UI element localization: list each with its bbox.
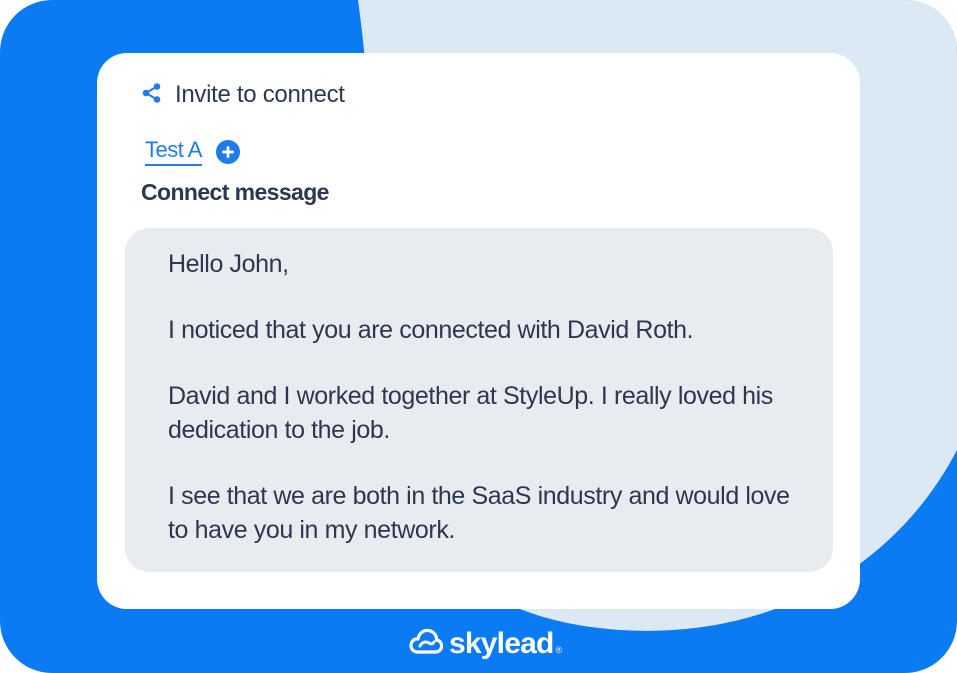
share-icon [141,82,163,109]
tab-test-a[interactable]: Test A [145,137,202,166]
plus-circle-icon[interactable] [215,139,240,164]
brand-name: skylead [449,626,554,660]
message-paragraph: David and I worked together at StyleUp. … [168,382,773,444]
app-frame: Invite to connect Test A Connect message… [0,0,957,673]
message-paragraph: Hello John, [168,250,289,278]
cloud-logo-icon [409,626,444,661]
variant-tabs: Test A [145,137,240,166]
registered-mark: ® [555,644,563,655]
card-title: Invite to connect [175,81,345,108]
message-content: Hello John, I noticed that you are conne… [168,247,808,579]
brand-logo: skylead ® [409,626,562,661]
section-title: Connect message [141,179,329,205]
message-paragraph: I noticed that you are connected with Da… [168,316,694,344]
invite-card: Invite to connect Test A Connect message… [97,53,860,609]
card-header: Invite to connect [141,81,345,109]
message-paragraph: I see that we are both in the SaaS indus… [168,482,790,544]
message-textarea[interactable]: Hello John, I noticed that you are conne… [125,228,833,572]
